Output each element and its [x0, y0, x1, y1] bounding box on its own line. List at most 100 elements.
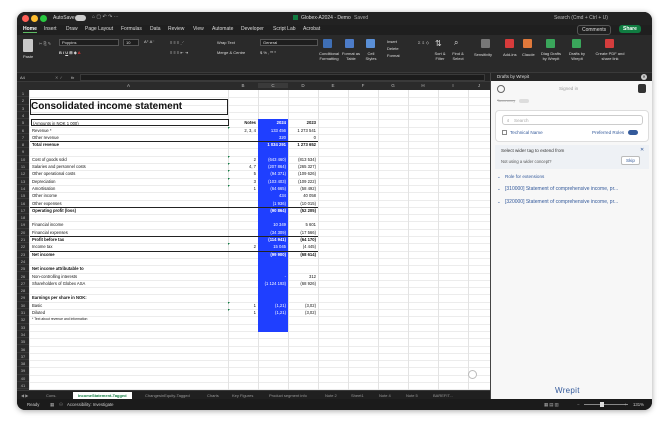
row-header[interactable]: 10 — [17, 156, 29, 163]
line-notes[interactable]: 4, 7 — [228, 163, 258, 170]
line-notes[interactable] — [228, 265, 258, 272]
line-label[interactable]: * Text about revenue and information — [31, 316, 227, 323]
line-value-2024[interactable]: 434 — [258, 192, 288, 199]
sheet-tab-cons[interactable]: Cons. — [41, 392, 61, 399]
line-value-2024[interactable] — [258, 265, 288, 272]
comments-button[interactable]: Comments — [577, 25, 612, 35]
line-notes[interactable] — [228, 229, 258, 236]
line-notes[interactable] — [228, 192, 258, 199]
user-avatar-icon[interactable] — [497, 85, 505, 93]
share-button[interactable]: Share — [619, 25, 641, 33]
autosave-toggle[interactable] — [75, 15, 86, 21]
zoom-window-button[interactable] — [40, 15, 47, 22]
tab-page-layout[interactable]: Page Layout — [85, 26, 113, 32]
search-box[interactable]: Search (Cmd + Ctrl + U) — [554, 15, 608, 21]
tab-view[interactable]: View — [193, 26, 204, 32]
add-ins-icon[interactable] — [505, 39, 514, 48]
sheet-nav-arrows[interactable]: ◀ ▶ — [21, 393, 28, 398]
tab-home[interactable]: Home — [23, 26, 37, 33]
zoom-slider[interactable] — [584, 404, 628, 405]
line-label[interactable]: Other expenses — [31, 200, 227, 207]
row-header[interactable]: 6 — [17, 127, 29, 134]
number-format-select[interactable]: General — [260, 39, 318, 46]
line-label[interactable]: Basic — [31, 302, 227, 309]
skip-button[interactable]: Skip — [621, 156, 640, 165]
line-label[interactable]: Diluted — [31, 309, 227, 316]
create-pdf-icon[interactable] — [605, 39, 614, 48]
row-header[interactable]: 39 — [17, 367, 29, 375]
minimize-window-button[interactable] — [31, 15, 38, 22]
tab-automate[interactable]: Automate — [212, 26, 233, 32]
line-notes[interactable]: 1 — [228, 309, 258, 316]
row-header[interactable]: 12 — [17, 170, 29, 178]
row-header[interactable]: 8 — [17, 141, 29, 149]
line-value-2023[interactable] — [288, 294, 318, 301]
line-notes[interactable]: 1 — [228, 185, 258, 192]
format-cells-button[interactable]: Format — [387, 53, 400, 58]
line-value-2024[interactable]: (643 460) — [258, 156, 288, 163]
line-value-2024[interactable]: 133 456 — [258, 127, 288, 134]
line-value-2023[interactable]: 40 058 — [288, 192, 318, 199]
row-header[interactable]: 40 — [17, 375, 29, 382]
line-value-2023[interactable]: 1 273 541 — [288, 127, 318, 134]
find-select-icon[interactable]: ⌕ — [454, 38, 458, 48]
line-value-2024[interactable]: - — [258, 273, 288, 280]
line-value-2024[interactable]: (1 124 193) — [258, 280, 288, 287]
line-value-2024[interactable]: (103 403) — [258, 178, 288, 185]
zoom-slider-thumb[interactable] — [600, 402, 604, 407]
row-header[interactable]: 41 — [17, 382, 29, 390]
row-header[interactable]: 15 — [17, 192, 29, 200]
clipboard-icons[interactable]: ✂ ⎘ ✎ — [39, 41, 51, 46]
row-header[interactable]: 24 — [17, 258, 29, 266]
sheet-tab-note-2[interactable]: Note 2 — [320, 392, 342, 399]
section-chevron-icon[interactable]: ⌄ — [497, 186, 501, 192]
sheet-tab-note-4[interactable]: Note 4 — [374, 392, 396, 399]
diag-drafts-icon[interactable] — [546, 39, 555, 48]
line-notes[interactable] — [228, 273, 258, 280]
accessibility-status[interactable]: Accessibility: Investigate — [67, 402, 114, 407]
line-value-2024[interactable]: (90 864) — [258, 207, 288, 214]
row-header[interactable]: 5 — [17, 119, 29, 127]
line-notes[interactable] — [228, 207, 258, 214]
line-notes[interactable] — [228, 280, 258, 287]
row-header[interactable]: 35 — [17, 338, 29, 346]
line-value-2024[interactable] — [258, 316, 288, 323]
line-notes[interactable]: 2, 3, 4 — [228, 127, 258, 134]
row-header[interactable]: 1 — [17, 90, 29, 98]
col-j[interactable]: J — [468, 83, 490, 88]
line-label[interactable]: Non-controlling interests — [31, 273, 227, 280]
row-header[interactable]: 16 — [17, 200, 29, 207]
format-as-table-icon[interactable] — [345, 39, 354, 48]
line-label[interactable]: Shareholders of Globex ASA — [31, 280, 227, 287]
sheet-tab-product-segment[interactable]: Product segment info — [264, 392, 312, 399]
line-value-2023[interactable]: (68 614) — [288, 251, 318, 258]
line-value-2023[interactable] — [288, 265, 318, 272]
section-320000[interactable]: [320000] Statement of comprehensive inco… — [505, 199, 618, 205]
align-icons[interactable]: ≡ ≡ ≡ ⋰ — [170, 40, 184, 45]
conditional-formatting-icon[interactable] — [323, 39, 332, 48]
sheet-tab-note-5[interactable]: Note 5 — [401, 392, 423, 399]
col-h[interactable]: H — [408, 83, 438, 88]
technical-name-checkbox[interactable] — [502, 130, 507, 135]
row-header[interactable]: 13 — [17, 178, 29, 185]
line-value-2023[interactable]: (109 626) — [288, 170, 318, 177]
line-value-2023[interactable]: (52 205) — [288, 207, 318, 214]
line-notes[interactable] — [228, 134, 258, 141]
tab-script-lab[interactable]: Script Lab — [273, 26, 296, 32]
sheet-tab-changesinequity[interactable]: ChangesinEquity-Tagged — [140, 392, 195, 399]
insert-cells-button[interactable]: Insert — [387, 39, 397, 44]
claude-icon[interactable] — [523, 39, 532, 48]
line-label[interactable]: Depreciation — [31, 178, 227, 185]
line-notes[interactable] — [228, 316, 258, 323]
row-header[interactable]: 26 — [17, 273, 29, 280]
line-label[interactable]: Operating profit (loss) — [31, 207, 227, 214]
macro-record-icon[interactable]: ▦ — [50, 402, 54, 408]
line-notes[interactable]: 2 — [228, 243, 258, 250]
row-header[interactable]: 34 — [17, 331, 29, 339]
line-label[interactable]: Net income attributable to — [31, 265, 227, 272]
delete-cells-button[interactable]: Delete — [387, 46, 399, 51]
line-value-2023[interactable]: (17 566) — [288, 229, 318, 236]
row-header[interactable]: 31 — [17, 309, 29, 317]
line-value-2024[interactable]: 320 — [258, 134, 288, 141]
formula-input[interactable] — [80, 74, 485, 81]
